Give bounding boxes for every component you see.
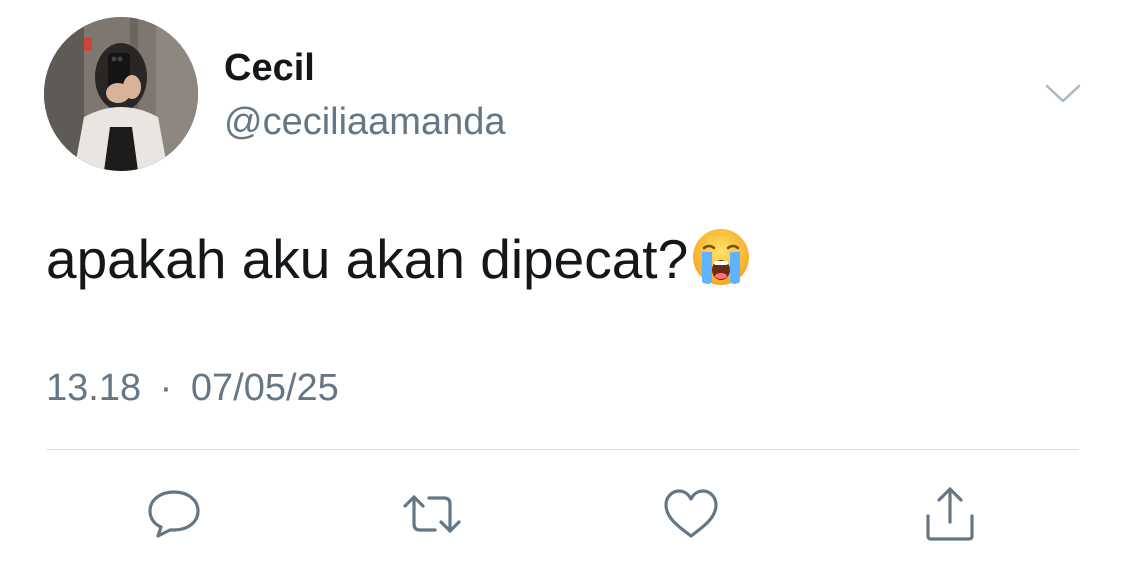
tweet-text: apakah aku akan dipecat?	[46, 226, 752, 292]
share-button[interactable]	[920, 484, 980, 544]
tweet-text-content: apakah aku akan dipecat?	[46, 228, 689, 290]
heart-icon	[664, 489, 718, 538]
user-handle[interactable]: @ceciliaamanda	[224, 100, 506, 144]
avatar[interactable]	[44, 17, 198, 171]
tweet-date: 07/05/25	[190, 367, 339, 409]
avatar-photo	[44, 17, 198, 171]
divider	[46, 449, 1079, 450]
crying-face-emoji-icon	[690, 226, 752, 288]
retweet-button[interactable]	[402, 484, 462, 544]
share-icon	[926, 487, 974, 541]
reply-button[interactable]	[144, 484, 204, 544]
timestamp-separator: ·	[159, 367, 173, 409]
chevron-down-icon[interactable]	[1043, 80, 1083, 108]
tweet-time: 13.18	[46, 367, 142, 409]
retweet-icon	[403, 495, 461, 533]
like-button[interactable]	[661, 484, 721, 544]
tweet-timestamp: 13.18 · 07/05/25	[46, 366, 339, 410]
reply-icon	[148, 490, 200, 538]
tweet-card: Cecil @ceciliaamanda apakah aku akan dip…	[0, 0, 1125, 571]
display-name[interactable]: Cecil	[224, 46, 315, 90]
